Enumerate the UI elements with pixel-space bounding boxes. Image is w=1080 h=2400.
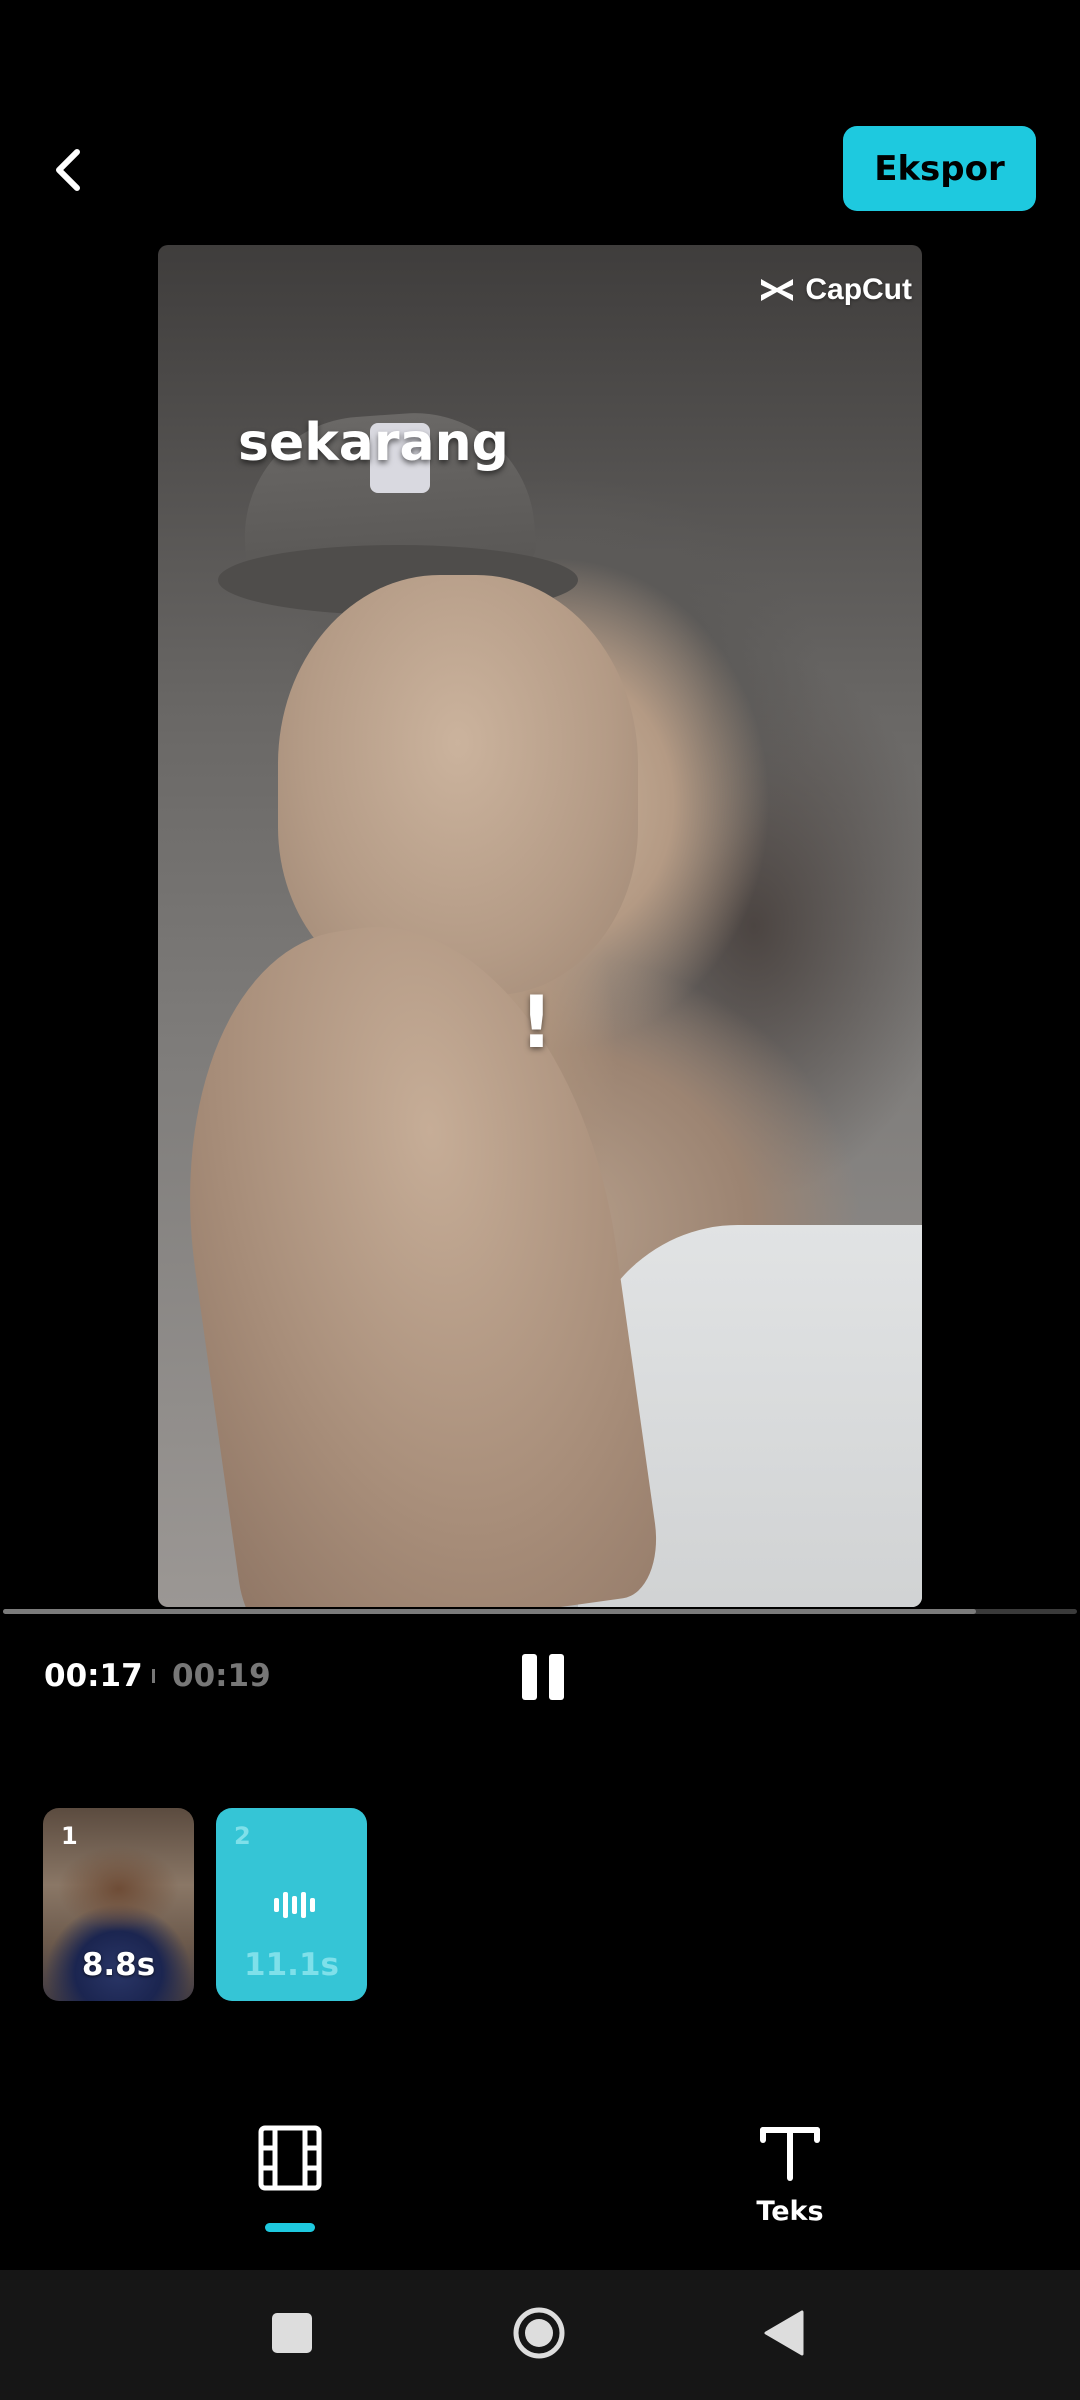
pause-button[interactable] xyxy=(515,1654,571,1704)
capcut-logo-icon xyxy=(761,279,794,301)
time-divider xyxy=(152,1669,155,1683)
preview-hand-shape xyxy=(158,899,665,1607)
text-icon xyxy=(760,2127,820,2181)
capcut-watermark: CapCut xyxy=(757,273,912,307)
audio-waveform-icon xyxy=(274,1892,315,1918)
back-triangle-icon[interactable] xyxy=(762,2308,806,2358)
export-button[interactable]: Ekspor xyxy=(843,126,1036,211)
current-time: 00:17 xyxy=(44,1658,143,1694)
video-preview[interactable]: CapCut sekarang ! xyxy=(158,245,922,1607)
total-time: 00:19 xyxy=(172,1658,271,1694)
chevron-left-icon xyxy=(56,149,80,191)
caption-overlay-mark: ! xyxy=(520,980,553,1064)
playback-progress-bar[interactable] xyxy=(3,1609,1077,1614)
clip-number: 1 xyxy=(61,1822,78,1850)
playback-progress-fill xyxy=(3,1609,977,1614)
tab-text-label: Teks xyxy=(756,2196,824,2227)
pause-icon xyxy=(522,1654,537,1700)
tab-text[interactable]: Teks xyxy=(738,2118,842,2248)
clip-thumbnail-1[interactable]: 1 8.8s xyxy=(43,1808,194,2001)
clip-thumbnail-2[interactable]: 2 11.1s xyxy=(216,1808,367,2001)
system-nav-bar xyxy=(0,2270,1080,2400)
back-button[interactable] xyxy=(40,130,96,210)
tab-edit[interactable] xyxy=(245,2118,335,2238)
recent-apps-icon[interactable] xyxy=(272,2313,312,2353)
clip-duration: 11.1s xyxy=(244,1947,339,1983)
film-strip-icon xyxy=(258,2125,322,2191)
home-icon[interactable] xyxy=(512,2306,566,2360)
clip-number: 2 xyxy=(234,1822,251,1850)
pause-icon-bar xyxy=(549,1654,564,1700)
caption-overlay-text[interactable]: sekarang xyxy=(238,413,509,473)
watermark-text: CapCut xyxy=(805,273,912,306)
active-tab-indicator xyxy=(265,2223,315,2232)
clip-duration: 8.8s xyxy=(81,1947,156,1983)
